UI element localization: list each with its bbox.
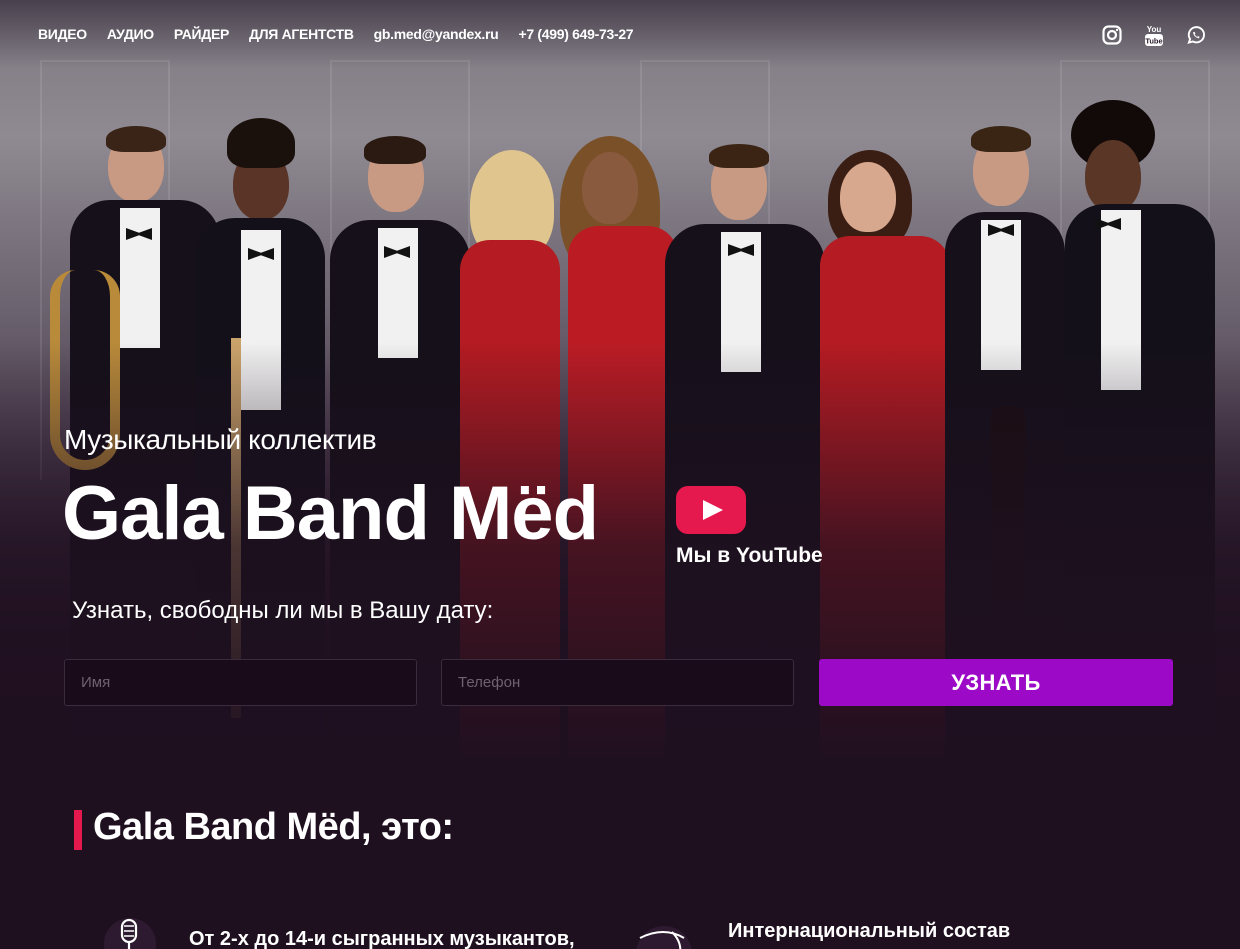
phone-input[interactable] [441, 659, 794, 706]
youtube-link[interactable]: Мы в YouTube [676, 486, 823, 567]
feature-text: Интернациональный состав [728, 920, 1011, 942]
email-link[interactable]: gb.med@yandex.ru [374, 26, 499, 42]
nav-link-video[interactable]: ВИДЕО [38, 26, 87, 42]
name-input[interactable] [64, 659, 417, 706]
svg-text:You: You [1147, 25, 1162, 34]
nav-link-agencies[interactable]: ДЛЯ АГЕНТСТВ [249, 26, 354, 42]
section-title: Gala Band Mёd, это: [93, 806, 454, 848]
hero-overlay [0, 0, 1240, 760]
social-links: You Tube [1102, 24, 1206, 46]
date-question: Узнать, свободны ли мы в Вашу дату: [72, 597, 494, 624]
instagram-icon[interactable] [1102, 24, 1122, 46]
youtube-icon[interactable]: You Tube [1144, 24, 1164, 46]
feature-text: От 2-х до 14-и сыгранных музыкантов, [189, 928, 575, 949]
microphone-icon [100, 914, 160, 949]
submit-button[interactable]: УЗНАТЬ [819, 659, 1173, 706]
hero-title: Gala Band Mёd [62, 471, 599, 556]
whatsapp-icon[interactable] [1186, 24, 1206, 46]
globe-icon [634, 924, 704, 949]
svg-text:Tube: Tube [1145, 37, 1162, 46]
youtube-label[interactable]: Мы в YouTube [676, 544, 823, 568]
nav-link-audio[interactable]: АУДИО [107, 26, 154, 42]
hero-photo [0, 0, 1240, 760]
youtube-play-icon[interactable] [676, 486, 746, 534]
availability-form: УЗНАТЬ [64, 659, 1174, 706]
nav-links: ВИДЕО АУДИО РАЙДЕР ДЛЯ АГЕНТСТВ gb.med@y… [38, 26, 634, 42]
section-accent-bar [74, 810, 82, 850]
hero-subtitle: Музыкальный коллектив [64, 424, 377, 455]
phone-link[interactable]: +7 (499) 649-73-27 [518, 26, 633, 42]
nav-link-rider[interactable]: РАЙДЕР [174, 26, 229, 42]
top-nav: ВИДЕО АУДИО РАЙДЕР ДЛЯ АГЕНТСТВ gb.med@y… [0, 0, 1240, 70]
